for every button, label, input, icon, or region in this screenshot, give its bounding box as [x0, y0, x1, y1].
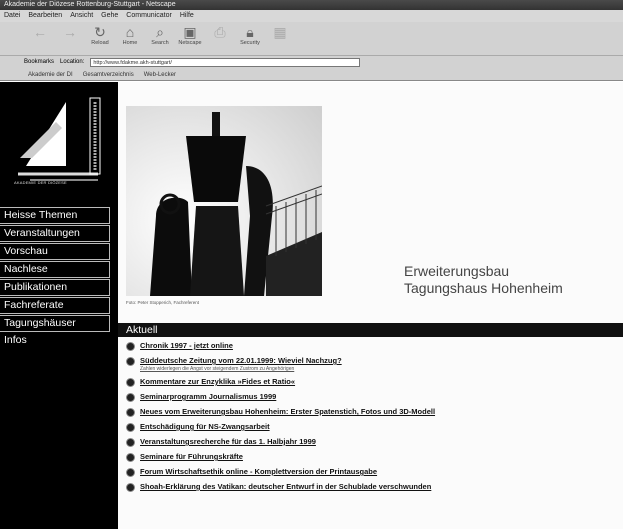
photo-caption: Foto: Peter Stopperich, Fachreferent	[126, 300, 200, 305]
search-button[interactable]: ⌕ Search	[146, 22, 174, 54]
headline-line-1: Erweiterungsbau	[404, 263, 510, 279]
reload-icon: ↻	[94, 24, 106, 40]
news-link[interactable]: Forum Wirtschaftsethik online - Komplett…	[140, 467, 377, 477]
news-item[interactable]: Entschädigung für NS-Zwangsarbeit	[126, 422, 616, 432]
security-icon: 🔒︎	[246, 24, 254, 40]
nav-fachreferate[interactable]: Fachreferate	[0, 297, 110, 314]
news-link[interactable]: Veranstaltungsrecherche für das 1. Halbj…	[140, 437, 316, 447]
menu-bar: Datei Bearbeiten Ansicht Gehe Communicat…	[0, 10, 623, 22]
news-subtitle[interactable]: Zahlen widerlegen die Angst vor steigend…	[140, 366, 342, 372]
forward-button[interactable]: →	[56, 22, 84, 54]
news-item[interactable]: Shoah-Erklärung des Vatikan: deutscher E…	[126, 482, 616, 492]
menu-file[interactable]: Datei	[4, 10, 20, 22]
construction-photo-graphic	[126, 106, 322, 296]
back-icon: ←	[33, 24, 47, 40]
navigation-toolbar: ← → ↻ Reload ⌂ Home ⌕ Search ▣ Netscape ⎙ 🔒︎…	[0, 22, 623, 56]
netscape-button[interactable]: ▣ Netscape	[176, 22, 204, 54]
news-link[interactable]: Seminarprogramm Journalismus 1999	[140, 392, 276, 402]
menu-communicator[interactable]: Communicator	[126, 10, 172, 22]
location-bar: Bookmarks Location: http://www.fdakme.ak…	[0, 56, 623, 69]
print-button[interactable]: ⎙	[206, 22, 234, 54]
menu-edit[interactable]: Bearbeiten	[28, 10, 62, 22]
main-content: Foto: Peter Stopperich, Fachreferent Erw…	[118, 82, 623, 529]
section-header-aktuell: Aktuell	[118, 323, 623, 337]
nav-vorschau[interactable]: Vorschau	[0, 243, 110, 260]
bullet-icon	[126, 378, 135, 387]
location-label: Location:	[60, 59, 85, 65]
news-link[interactable]: Shoah-Erklärung des Vatikan: deutscher E…	[140, 482, 431, 492]
news-link[interactable]: Seminare für Führungskräfte	[140, 452, 243, 462]
logo-caption: AKADEMIE DER DIÖZESE	[14, 180, 67, 185]
news-item[interactable]: Kommentare zur Enzyklika »Fides et Ratio…	[126, 377, 616, 387]
nav-infos[interactable]: Infos	[0, 333, 110, 350]
news-item[interactable]: Seminare für Führungskräfte	[126, 452, 616, 462]
personal-link-2[interactable]: Gesamtverzeichnis	[83, 69, 134, 80]
search-icon: ⌕	[156, 24, 164, 40]
nav-veranstaltungen[interactable]: Veranstaltungen	[0, 225, 110, 242]
print-icon: ⎙	[214, 24, 226, 40]
bullet-icon	[126, 423, 135, 432]
forward-icon: →	[63, 24, 77, 40]
news-link[interactable]: Neues vom Erweiterungsbau Hohenheim: Ers…	[140, 407, 435, 417]
stop-icon: ▦	[273, 24, 287, 40]
news-item[interactable]: Forum Wirtschaftsethik online - Komplett…	[126, 467, 616, 477]
news-link[interactable]: Entschädigung für NS-Zwangsarbeit	[140, 422, 270, 432]
headline-line-2: Tagungshaus Hohenheim	[404, 280, 563, 296]
personal-link-1[interactable]: Akademie der DI	[28, 69, 73, 80]
bullet-icon	[126, 483, 135, 492]
personal-toolbar: Akademie der DI Gesamtverzeichnis Web-Le…	[0, 69, 623, 81]
home-button[interactable]: ⌂ Home	[116, 22, 144, 54]
security-button[interactable]: 🔒︎ Security	[236, 22, 264, 54]
bullet-icon	[126, 342, 135, 351]
news-link[interactable]: Chronik 1997 - jetzt online	[140, 341, 233, 351]
sidebar: AKADEMIE DER DIÖZESE Heisse Themen Veran…	[0, 82, 118, 529]
window-titlebar: Akademie der Diözese Rottenburg-Stuttgar…	[0, 0, 623, 10]
nav-publikationen[interactable]: Publikationen	[0, 279, 110, 296]
personal-link-3[interactable]: Web-Lecker	[144, 69, 176, 80]
stop-button[interactable]: ▦	[266, 22, 294, 54]
news-link[interactable]: Süddeutsche Zeitung vom 22.01.1999: Wiev…	[140, 356, 342, 366]
bullet-icon	[126, 393, 135, 402]
news-item[interactable]: Veranstaltungsrecherche für das 1. Halbj…	[126, 437, 616, 447]
nav-tagungshaeuser[interactable]: Tagungshäuser	[0, 315, 110, 332]
headline[interactable]: Erweiterungsbau Tagungshaus Hohenheim	[404, 263, 563, 297]
menu-view[interactable]: Ansicht	[70, 10, 93, 22]
nav-nachlese[interactable]: Nachlese	[0, 261, 110, 278]
bullet-icon	[126, 453, 135, 462]
news-link[interactable]: Kommentare zur Enzyklika »Fides et Ratio…	[140, 377, 295, 387]
bullet-icon	[126, 357, 135, 366]
bullet-icon	[126, 438, 135, 447]
news-item[interactable]: Neues vom Erweiterungsbau Hohenheim: Ers…	[126, 407, 616, 417]
back-button[interactable]: ←	[26, 22, 54, 54]
url-field[interactable]: http://www.fdakme.akh-stuttgart/	[90, 58, 361, 67]
window-title: Akademie der Diözese Rottenburg-Stuttgar…	[4, 1, 176, 8]
bullet-icon	[126, 408, 135, 417]
news-item[interactable]: Chronik 1997 - jetzt online	[126, 341, 616, 351]
nav-heisse-themen[interactable]: Heisse Themen	[0, 207, 110, 224]
reload-button[interactable]: ↻ Reload	[86, 22, 114, 54]
news-list: Chronik 1997 - jetzt online Süddeutsche …	[126, 341, 616, 497]
news-item[interactable]: Seminarprogramm Journalismus 1999	[126, 392, 616, 402]
bookmarks-button[interactable]: Bookmarks	[24, 56, 54, 69]
bullet-icon	[126, 468, 135, 477]
home-icon: ⌂	[125, 24, 135, 40]
netscape-icon: ▣	[183, 24, 197, 40]
construction-photo	[126, 106, 322, 296]
sidebar-nav: Heisse Themen Veranstaltungen Vorschau N…	[0, 207, 118, 351]
menu-go[interactable]: Gehe	[101, 10, 118, 22]
news-item[interactable]: Süddeutsche Zeitung vom 22.01.1999: Wiev…	[126, 356, 616, 372]
menu-help[interactable]: Hilfe	[180, 10, 194, 22]
